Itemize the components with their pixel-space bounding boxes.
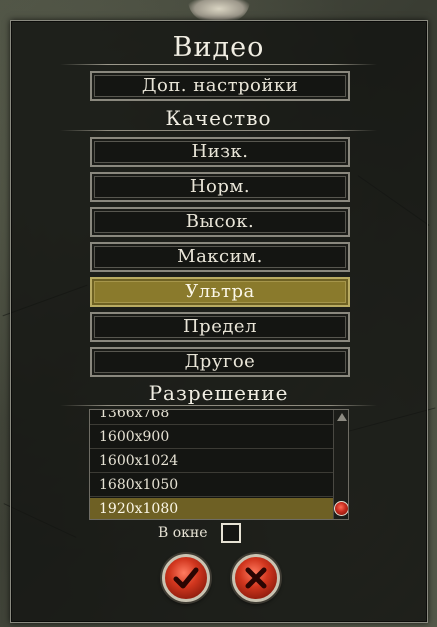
title-divider xyxy=(60,64,377,65)
page-title: Видео xyxy=(172,32,265,63)
scroll-up-arrow-icon[interactable] xyxy=(337,413,347,421)
quality-normal-button[interactable]: Норм. xyxy=(90,172,350,202)
quality-high-button[interactable]: Высок. xyxy=(90,207,350,237)
resolution-item-selected[interactable]: 1920x1080 xyxy=(90,498,334,519)
windowed-label: В окне xyxy=(158,525,208,541)
resolution-item[interactable]: 1600x1024 xyxy=(90,450,334,473)
checkmark-icon xyxy=(173,567,199,589)
resolution-item[interactable]: 1600x900 xyxy=(90,426,334,449)
quality-max-button[interactable]: Максим. xyxy=(90,242,350,272)
quality-divider xyxy=(60,130,377,131)
scroll-thumb[interactable] xyxy=(334,501,348,516)
cancel-button[interactable] xyxy=(232,554,280,602)
quality-custom-button[interactable]: Другое xyxy=(90,347,350,377)
resolution-item[interactable]: 1366x768 xyxy=(90,410,334,425)
quality-heading: Качество xyxy=(165,106,272,130)
quality-low-button[interactable]: Низк. xyxy=(90,137,350,167)
resolution-list[interactable]: 1366x768 1600x900 1600x1024 1680x1050 19… xyxy=(89,409,349,520)
close-icon xyxy=(245,567,267,589)
resolution-heading: Разрешение xyxy=(148,381,289,405)
resolution-item[interactable]: 1680x1050 xyxy=(90,474,334,497)
quality-extreme-button[interactable]: Предел xyxy=(90,312,350,342)
resolution-divider xyxy=(60,405,377,406)
advanced-settings-button[interactable]: Доп. настройки xyxy=(90,71,350,101)
quality-ultra-button[interactable]: Ультра xyxy=(90,277,350,307)
windowed-checkbox[interactable] xyxy=(221,523,241,543)
resolution-scrollbar[interactable] xyxy=(333,410,348,519)
confirm-button[interactable] xyxy=(162,554,210,602)
